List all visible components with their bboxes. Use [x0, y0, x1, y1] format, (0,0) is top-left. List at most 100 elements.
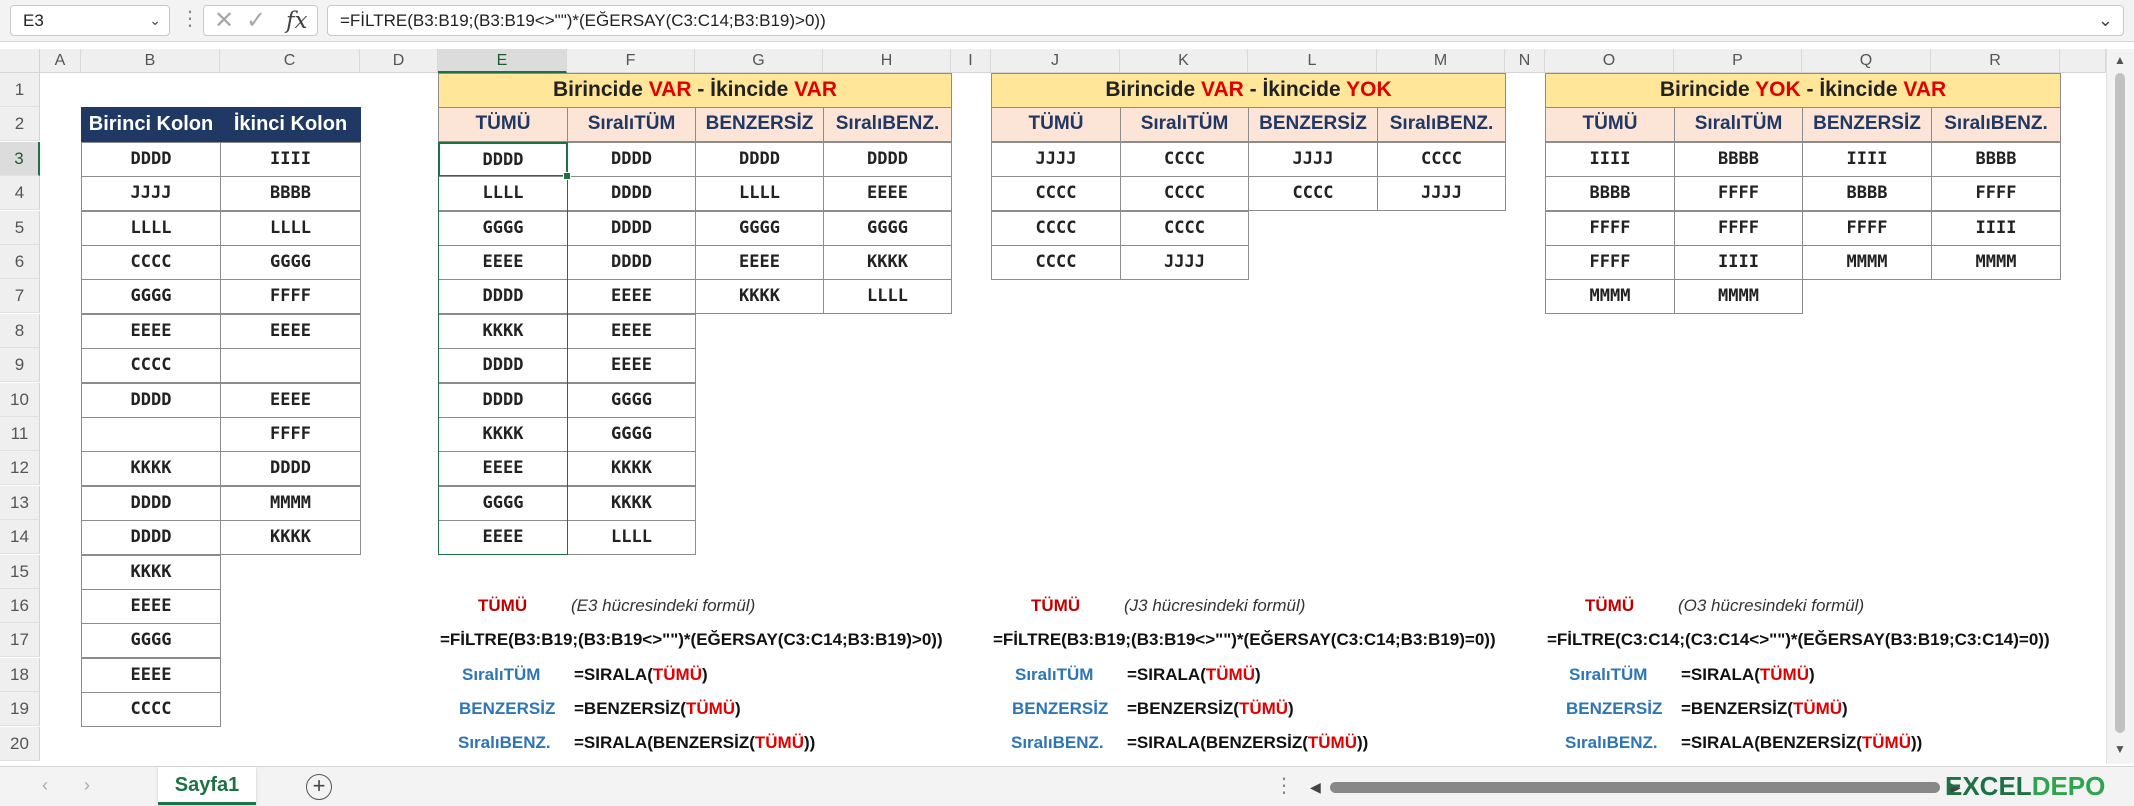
cell-q4[interactable]: BBBB: [1802, 176, 1932, 211]
cell-c7[interactable]: FFFF: [220, 279, 361, 314]
cell-f8[interactable]: EEEE: [567, 314, 696, 349]
cell-g6[interactable]: EEEE: [695, 245, 824, 280]
column-header-k[interactable]: K: [1120, 49, 1248, 73]
block2-header-k[interactable]: SıralıTÜM: [1120, 107, 1249, 142]
row-header-3[interactable]: 3: [0, 142, 40, 176]
cell-g4[interactable]: LLLL: [695, 176, 824, 211]
sheet-tab-sayfa1[interactable]: Sayfa1: [158, 767, 256, 805]
cell-c6[interactable]: GGGG: [220, 245, 361, 280]
cell-p3[interactable]: BBBB: [1674, 142, 1803, 177]
horizontal-scrollbar[interactable]: ◀ ▶: [1310, 779, 1990, 795]
cell-f11[interactable]: GGGG: [567, 417, 696, 452]
row-header-7[interactable]: 7: [0, 279, 40, 313]
cell-g5[interactable]: GGGG: [695, 211, 824, 246]
cell-h5[interactable]: GGGG: [823, 211, 952, 246]
cell-b16[interactable]: EEEE: [81, 589, 221, 624]
cell-m3[interactable]: CCCC: [1377, 142, 1506, 177]
row-header-19[interactable]: 19: [0, 692, 40, 726]
cell-b17[interactable]: GGGG: [81, 623, 221, 658]
vertical-scrollbar[interactable]: ▲ ▼: [2106, 49, 2134, 764]
column-header-h[interactable]: H: [823, 49, 951, 73]
column-header-a[interactable]: A: [40, 49, 81, 73]
cell-h6[interactable]: KKKK: [823, 245, 952, 280]
cell-k6[interactable]: JJJJ: [1120, 245, 1249, 280]
cell-f13[interactable]: KKKK: [567, 486, 696, 521]
column-header-f[interactable]: F: [567, 49, 695, 73]
column-header-c[interactable]: C: [220, 49, 360, 73]
cell-e6[interactable]: EEEE: [438, 245, 568, 280]
name-box[interactable]: E3 ⌄: [10, 5, 170, 36]
horizontal-scroll-thumb[interactable]: [1330, 782, 1940, 793]
block3-header-o[interactable]: TÜMÜ: [1545, 107, 1675, 142]
chevron-down-icon[interactable]: ⌄: [149, 6, 161, 35]
cell-c13[interactable]: MMMM: [220, 486, 361, 521]
cell-o5[interactable]: FFFF: [1545, 211, 1675, 246]
cell-f9[interactable]: EEEE: [567, 348, 696, 383]
row-header-8[interactable]: 8: [0, 314, 40, 348]
cell-f4[interactable]: DDDD: [567, 176, 696, 211]
scroll-down-icon[interactable]: ▼: [2114, 742, 2126, 756]
cell-h7[interactable]: LLLL: [823, 279, 952, 314]
scroll-left-icon[interactable]: ◀: [1310, 779, 1321, 796]
vertical-scroll-thumb[interactable]: [2115, 73, 2125, 733]
cell-c11[interactable]: FFFF: [220, 417, 361, 452]
cell-e14[interactable]: EEEE: [438, 520, 568, 555]
formula-input[interactable]: =FİLTRE(B3:B19;(B3:B19<>"")*(EĞERSAY(C3:…: [327, 5, 2124, 36]
cell-g3[interactable]: DDDD: [695, 142, 824, 177]
fill-handle[interactable]: [563, 172, 571, 180]
cell-k3[interactable]: CCCC: [1120, 142, 1249, 177]
cell-b12[interactable]: KKKK: [81, 451, 221, 486]
cell-l4[interactable]: CCCC: [1248, 176, 1378, 211]
row-header-15[interactable]: 15: [0, 555, 40, 589]
column-header-i[interactable]: I: [951, 49, 991, 73]
column-header-r[interactable]: R: [1931, 49, 2060, 73]
row-header-20[interactable]: 20: [0, 727, 40, 761]
cell-o6[interactable]: FFFF: [1545, 245, 1675, 280]
cell-e4[interactable]: LLLL: [438, 176, 568, 211]
block1-header-e[interactable]: TÜMÜ: [438, 107, 568, 142]
cell-e7[interactable]: DDDD: [438, 279, 568, 314]
cell-f5[interactable]: DDDD: [567, 211, 696, 246]
cell-e10[interactable]: DDDD: [438, 383, 568, 418]
prev-sheet-icon[interactable]: ‹: [42, 775, 48, 796]
cell-o3[interactable]: IIII: [1545, 142, 1675, 177]
cell-j3[interactable]: JJJJ: [991, 142, 1121, 177]
column-header-g[interactable]: G: [695, 49, 823, 73]
cell-k4[interactable]: CCCC: [1120, 176, 1249, 211]
row-header-11[interactable]: 11: [0, 417, 40, 451]
block2-header-l[interactable]: BENZERSİZ: [1248, 107, 1378, 142]
block2-header-j[interactable]: TÜMÜ: [991, 107, 1121, 142]
cancel-icon[interactable]: ✕: [214, 7, 234, 35]
cell-r4[interactable]: FFFF: [1931, 176, 2061, 211]
column-header-j[interactable]: J: [991, 49, 1120, 73]
row-header-6[interactable]: 6: [0, 245, 40, 279]
block1-header-g[interactable]: BENZERSİZ: [695, 107, 824, 142]
cell-c10[interactable]: EEEE: [220, 383, 361, 418]
row-header-12[interactable]: 12: [0, 451, 40, 485]
row-header-2[interactable]: 2: [0, 107, 40, 141]
cell-c8[interactable]: EEEE: [220, 314, 361, 349]
cell-r3[interactable]: BBBB: [1931, 142, 2061, 177]
enter-icon[interactable]: ✓: [246, 7, 266, 35]
source-header-c[interactable]: İkinci Kolon: [220, 107, 361, 142]
cell-b13[interactable]: DDDD: [81, 486, 221, 521]
cell-e8[interactable]: KKKK: [438, 314, 568, 349]
column-header-p[interactable]: P: [1674, 49, 1802, 73]
cell-e11[interactable]: KKKK: [438, 417, 568, 452]
block1-header-h[interactable]: SıralıBENZ.: [823, 107, 952, 142]
cell-o7[interactable]: MMMM: [1545, 279, 1675, 314]
cell-b5[interactable]: LLLL: [81, 211, 221, 246]
block3-header-p[interactable]: SıralıTÜM: [1674, 107, 1803, 142]
next-sheet-icon[interactable]: ›: [84, 775, 90, 796]
cell-b7[interactable]: GGGG: [81, 279, 221, 314]
row-header-4[interactable]: 4: [0, 176, 40, 210]
cell-b15[interactable]: KKKK: [81, 555, 221, 590]
cell-r5[interactable]: IIII: [1931, 211, 2061, 246]
cell-m4[interactable]: JJJJ: [1377, 176, 1506, 211]
cell-p5[interactable]: FFFF: [1674, 211, 1803, 246]
cell-c3[interactable]: IIII: [220, 142, 361, 177]
cell-q3[interactable]: IIII: [1802, 142, 1932, 177]
cell-j5[interactable]: CCCC: [991, 211, 1121, 246]
cell-f12[interactable]: KKKK: [567, 451, 696, 486]
cell-b9[interactable]: CCCC: [81, 348, 221, 383]
